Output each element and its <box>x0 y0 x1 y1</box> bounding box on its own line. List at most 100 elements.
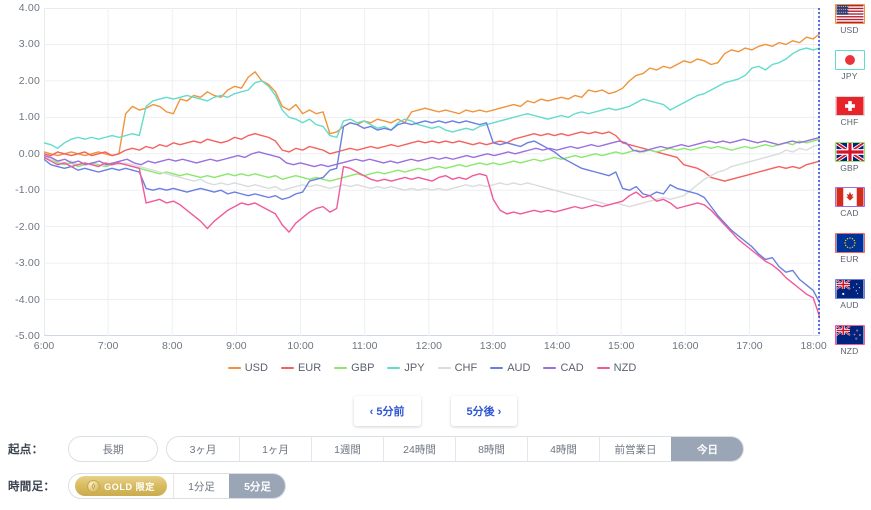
timeframe-label: 時間足： <box>8 481 56 493</box>
series-lines <box>44 8 820 336</box>
legend-label: USD <box>244 362 268 374</box>
origin-option-4時間[interactable]: 4時間 <box>527 437 599 461</box>
gold-badge-label: GOLD 限定 <box>104 481 155 492</box>
flag-cell-usd[interactable]: USD <box>834 4 865 35</box>
flag-label: AUD <box>840 300 859 311</box>
legend-swatch-icon <box>280 366 294 370</box>
origin-segmented-control[interactable]: 3ヶ月 1ヶ月 1週間 24時間 8時間 4時間 前営業日 今日 <box>166 436 744 462</box>
origin-option-24時間[interactable]: 24時間 <box>383 437 455 461</box>
y-tick-label: 1.00 <box>18 111 40 124</box>
timeframe-option-5分足[interactable]: 5分足 <box>229 474 285 498</box>
origin-option-1ヶ月[interactable]: 1ヶ月 <box>239 437 311 461</box>
legend-label: CHF <box>454 362 478 374</box>
x-tick-label: 8:00 <box>162 340 183 352</box>
flag-cell-aud[interactable]: AUD <box>834 279 865 311</box>
legend-label: EUR <box>297 362 322 374</box>
x-tick-label: 7:00 <box>97 340 119 352</box>
legend-label: AUD <box>507 362 531 374</box>
gold-restricted-badge[interactable]: ◊ GOLD 限定 <box>69 474 173 498</box>
y-tick-label: 4.00 <box>18 2 40 14</box>
flag-label: JPY <box>841 70 858 81</box>
x-tick-label: 16:00 <box>672 340 699 352</box>
origin-control-row: 起点： 長期 3ヶ月 1ヶ月 1週間 24時間 8時間 4時間 前営業日 今日 <box>8 436 744 462</box>
gb-flag-icon <box>834 141 865 162</box>
comparison-chart: 4.00 3.00 2.00 1.00 0.00 -1.00 -2.00 -3.00 -4.00… <box>0 0 871 390</box>
flag-label: CAD <box>840 208 859 219</box>
flag-cell-nzd[interactable]: NZD <box>834 324 865 356</box>
x-tick-label: 10:00 <box>287 340 314 352</box>
x-tick-label: 18:00 <box>800 340 827 352</box>
flag-cell-chf[interactable]: CHF <box>834 95 865 127</box>
next-5min-button[interactable]: 5分後 › <box>450 396 518 426</box>
legend-swatch-icon <box>387 366 401 370</box>
legend-label: CAD <box>560 362 584 374</box>
origin-label: 起点： <box>8 444 44 456</box>
timeframe-option-1分足[interactable]: 1分足 <box>173 474 229 498</box>
legend-swatch-icon <box>490 366 504 370</box>
gold-coin-icon: ◊ <box>87 479 101 493</box>
x-tick-label: 11:00 <box>351 340 378 352</box>
flag-label: GBP <box>840 162 859 173</box>
origin-option-8時間[interactable]: 8時間 <box>455 437 527 461</box>
x-tick-label: 6:00 <box>33 340 55 352</box>
y-tick-label: 2.00 <box>18 74 40 87</box>
flag-label: USD <box>840 25 859 35</box>
timeframe-control-row: 時間足： ◊ GOLD 限定 1分足 5分足 <box>8 473 286 499</box>
us-flag-icon <box>834 4 865 24</box>
plot-area[interactable] <box>44 8 820 336</box>
legend-item-chf[interactable]: CHF <box>437 362 478 374</box>
x-tick-label: 14:00 <box>543 340 571 352</box>
legend-swatch-icon <box>334 366 348 370</box>
y-tick-label: -2.00 <box>15 220 40 233</box>
legend-label: GBP <box>351 362 375 374</box>
flag-label: EUR <box>840 254 859 265</box>
chart-navigation: ‹ 5分前 5分後 › <box>0 394 871 428</box>
legend-swatch-icon <box>596 366 610 370</box>
legend-item-jpy[interactable]: JPY <box>387 362 425 374</box>
y-axis-labels: 4.00 3.00 2.00 1.00 0.00 -1.00 -2.00 -3.00 -4.00… <box>0 2 40 342</box>
currency-flag-rail[interactable]: USD JPY CHF GBP CAD EUR AUD NZD <box>828 4 871 356</box>
legend-item-aud[interactable]: AUD <box>490 362 530 374</box>
ca-flag-icon <box>834 187 865 208</box>
origin-option-前営業日[interactable]: 前営業日 <box>599 437 671 461</box>
y-tick-label: -3.00 <box>15 257 40 270</box>
flag-cell-cad[interactable]: CAD <box>834 187 865 219</box>
y-tick-label: -1.00 <box>15 184 40 197</box>
legend-swatch-icon <box>543 366 557 370</box>
ch-flag-icon <box>834 95 865 116</box>
legend-label: JPY <box>404 362 425 374</box>
origin-option-long-term[interactable]: 長期 <box>68 436 158 462</box>
flag-cell-eur[interactable]: EUR <box>834 233 865 265</box>
y-tick-label: -4.00 <box>15 293 40 306</box>
x-tick-label: 15:00 <box>608 340 635 352</box>
x-axis-labels: 6:00 7:00 8:00 9:00 10:00 11:00 12:00 13:00 14:0… <box>34 340 827 356</box>
x-tick-label: 12:00 <box>415 340 442 352</box>
origin-option-1週間[interactable]: 1週間 <box>311 437 383 461</box>
legend-label: NZD <box>613 362 637 374</box>
jp-flag-icon <box>834 49 865 70</box>
flag-cell-gbp[interactable]: GBP <box>834 141 865 173</box>
timeframe-segmented-control[interactable]: ◊ GOLD 限定 1分足 5分足 <box>68 473 286 499</box>
legend-item-nzd[interactable]: NZD <box>596 362 637 374</box>
legend-swatch-icon <box>437 366 451 370</box>
legend-item-usd[interactable]: USD <box>227 362 268 374</box>
x-tick-label: 9:00 <box>226 340 247 352</box>
nz-flag-icon <box>834 324 865 345</box>
origin-option-3ヶ月[interactable]: 3ヶ月 <box>167 437 239 461</box>
y-tick-label: 3.00 <box>18 38 40 51</box>
x-tick-label: 17:00 <box>736 340 763 352</box>
origin-option-今日[interactable]: 今日 <box>671 437 743 461</box>
flag-label: CHF <box>840 116 859 127</box>
legend-item-gbp[interactable]: GBP <box>334 362 374 374</box>
legend-swatch-icon <box>227 366 241 370</box>
x-tick-label: 13:00 <box>479 340 507 352</box>
au-flag-icon <box>834 279 865 300</box>
legend-item-cad[interactable]: CAD <box>543 362 584 374</box>
y-tick-label: 0.00 <box>18 147 40 160</box>
legend-item-eur[interactable]: EUR <box>280 362 322 374</box>
flag-cell-jpy[interactable]: JPY <box>834 49 865 81</box>
flag-label: NZD <box>840 345 859 356</box>
eu-flag-icon <box>834 233 865 254</box>
prev-5min-button[interactable]: ‹ 5分前 <box>353 396 421 426</box>
chart-legend[interactable]: USD EUR GBP JPY CHF AUD CAD NZD <box>44 362 820 374</box>
